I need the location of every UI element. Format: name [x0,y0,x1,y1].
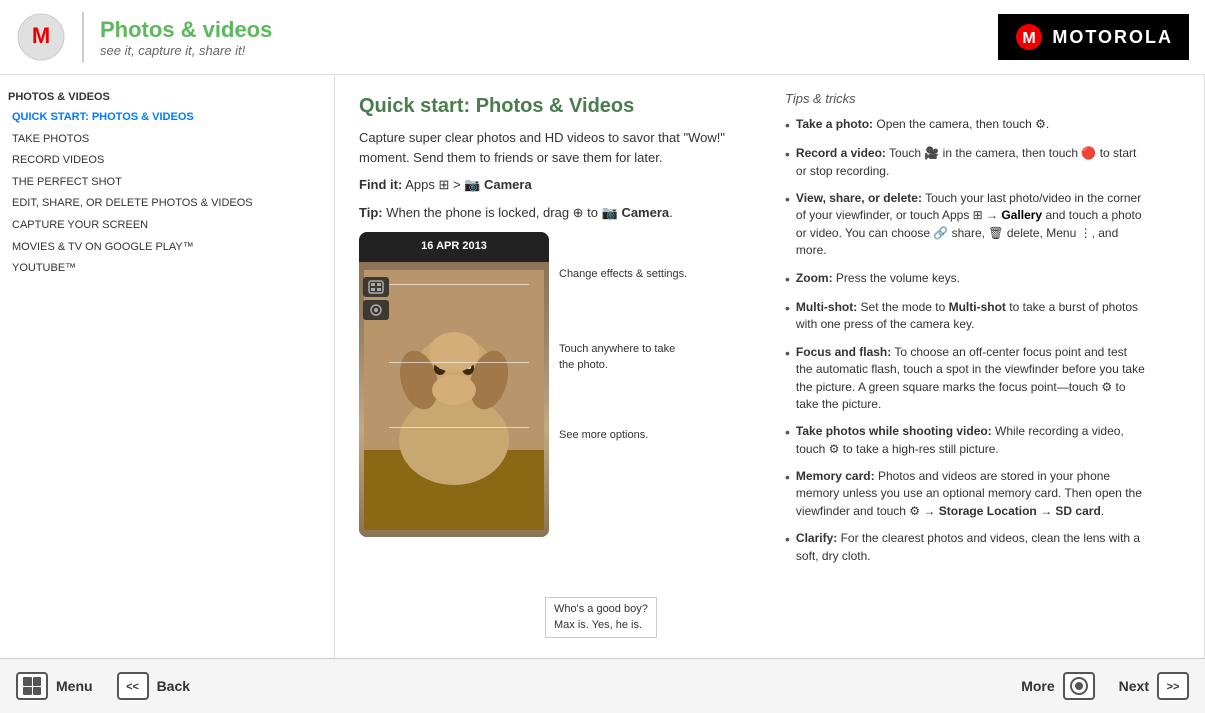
circle-icon [1070,677,1088,695]
sidebar-item-movies-tv[interactable]: MOVIES & TV ON GOOGLE PLAY™ [8,237,326,259]
cam-btn-2[interactable] [363,300,389,320]
page-title: Photos & videos [100,17,272,43]
tip-content: Record a video: Touch 🎥 in the camera, t… [796,145,1145,180]
tip-content: Zoom: Press the volume keys. [796,270,1145,289]
tip-content: Focus and flash: To choose an off-center… [796,344,1145,414]
tip-label: Tip: [359,205,383,220]
section-title: Quick start: Photos & Videos [359,95,741,118]
svg-text:M: M [1023,30,1036,47]
more-icon [1063,672,1095,700]
find-it-text: Apps ⊞ > 📷 Camera [405,177,531,192]
chevron-left-icon [126,679,139,693]
more-label: More [1021,678,1054,694]
sidebar-item-capture-screen[interactable]: CAPTURE YOUR SCREEN [8,215,326,237]
next-button[interactable]: Next [1119,672,1189,700]
tip-item-multishot: • Multi-shot: Set the mode to Multi-shot… [785,299,1145,334]
callout-line-2 [389,362,529,363]
section-description: Capture super clear photos and HD videos… [359,128,741,167]
motorola-logo-left: M [16,12,66,62]
cam-btn-1[interactable] [363,277,389,297]
camera-phone: 16 APR 2013 [359,232,549,537]
tip-item-view-share: • View, share, or delete: Touch your las… [785,190,1145,260]
tip-content: Clarify: For the clearest photos and vid… [796,530,1145,565]
callout-line-3 [389,427,529,428]
tip-content: Memory card: Photos and videos are store… [796,468,1145,520]
find-it: Find it: Apps ⊞ > 📷 Camera [359,175,741,195]
camera-controls [363,277,389,320]
content-area: Quick start: Photos & Videos Capture sup… [335,75,1205,658]
tip-content: View, share, or delete: Touch your last … [796,190,1145,260]
tip-content: Take photos while shooting video: While … [796,423,1145,458]
dog-svg [364,270,544,530]
tip-item-record: • Record a video: Touch 🎥 in the camera,… [785,145,1145,180]
callout-line-1 [389,284,529,285]
header: M Photos & videos see it, capture it, sh… [0,0,1205,75]
bullet-icon: • [785,467,790,520]
next-icon [1157,672,1189,700]
good-boy-box: Who's a good boy? Max is. Yes, he is. [545,597,657,638]
sidebar: PHOTOS & VIDEOS QUICK START: PHOTOS & VI… [0,75,335,658]
header-divider [82,12,84,62]
sidebar-item-record-videos[interactable]: RECORD VIDEOS [8,150,326,172]
bottom-bar: Menu Back More Next [0,658,1205,713]
bottom-left: Menu Back [16,672,190,700]
tips-list: • Take a photo: Open the camera, then to… [785,116,1145,565]
callout-1: Change effects & settings. [559,267,689,282]
back-label: Back [157,678,190,694]
main-layout: PHOTOS & VIDEOS QUICK START: PHOTOS & VI… [0,75,1205,658]
bottom-right: More Next [1021,672,1189,700]
find-it-label: Find it: [359,177,402,192]
callout-labels: Change effects & settings. Touch anywher… [559,232,689,444]
more-button[interactable]: More [1021,672,1094,700]
tip-text: When the phone is locked, drag ⊕ to 📷 Ca… [386,205,673,220]
back-icon [117,672,149,700]
good-boy-line1: Who's a good boy? [554,602,648,617]
tips-title: Tips & tricks [785,91,1145,106]
bullet-icon: • [785,144,790,180]
sidebar-item-youtube[interactable]: YOUTUBE™ [8,258,326,280]
next-label: Next [1119,678,1149,694]
page-subtitle: see it, capture it, share it! [100,43,272,58]
tip-item-zoom: • Zoom: Press the volume keys. [785,270,1145,289]
tip-content: Take a photo: Open the camera, then touc… [796,116,1145,135]
camera-section: 16 APR 2013 [359,232,741,537]
tip-item-photos-while-video: • Take photos while shooting video: Whil… [785,423,1145,458]
tip-item-memory-card: • Memory card: Photos and videos are sto… [785,468,1145,520]
bullet-icon: • [785,189,790,260]
tip-content: Multi-shot: Set the mode to Multi-shot t… [796,299,1145,334]
bullet-icon: • [785,269,790,289]
header-left: M Photos & videos see it, capture it, sh… [16,12,272,62]
good-boy-line2: Max is. Yes, he is. [554,618,648,633]
callout-2: Touch anywhere to take the photo. [559,342,689,373]
bullet-icon: • [785,422,790,458]
tip-item-focus: • Focus and flash: To choose an off-cent… [785,344,1145,414]
chevron-right-icon [1167,679,1180,693]
callout-3: See more options. [559,428,689,443]
menu-button[interactable]: Menu [16,672,93,700]
back-button[interactable]: Back [117,672,190,700]
brand-name: MOTOROLA [1052,27,1173,48]
grid-icon [23,677,41,695]
menu-icon [16,672,48,700]
sidebar-item-take-photos[interactable]: TAKE PHOTOS [8,129,326,151]
bullet-icon: • [785,298,790,334]
menu-label: Menu [56,678,93,694]
header-title-block: Photos & videos see it, capture it, shar… [100,17,272,58]
tip: Tip: When the phone is locked, drag ⊕ to… [359,203,741,223]
bullet-icon: • [785,529,790,565]
main-content: Quick start: Photos & Videos Capture sup… [335,75,765,658]
sidebar-item-quick-start[interactable]: QUICK START: PHOTOS & VIDEOS [8,107,326,129]
motorola-logo-right: M MOTOROLA [998,14,1189,60]
bullet-icon: • [785,343,790,414]
sidebar-section-title: PHOTOS & VIDEOS [8,91,326,103]
bullet-icon: • [785,115,790,135]
tip-item-take-photo: • Take a photo: Open the camera, then to… [785,116,1145,135]
camera-date: 16 APR 2013 [421,240,487,252]
sidebar-item-perfect-shot[interactable]: THE PERFECT SHOT [8,172,326,194]
tip-item-clarify: • Clarify: For the clearest photos and v… [785,530,1145,565]
tips-section: Tips & tricks • Take a photo: Open the c… [765,75,1165,658]
sidebar-item-edit-share[interactable]: EDIT, SHARE, OR DELETE PHOTOS & VIDEOS [8,193,326,215]
svg-text:M: M [32,23,50,48]
